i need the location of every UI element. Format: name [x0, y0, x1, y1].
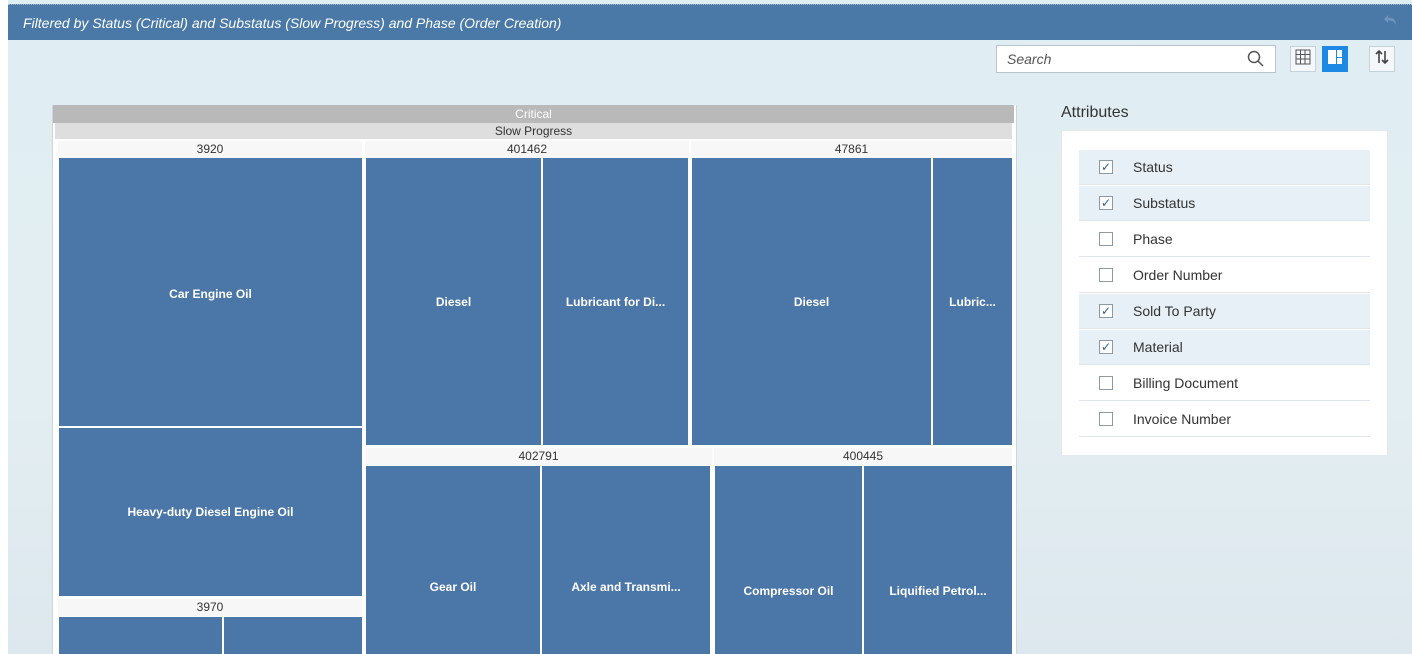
attribute-item-billing-document[interactable]: Billing Document — [1079, 366, 1370, 401]
attribute-label: Order Number — [1133, 267, 1223, 283]
sort-button[interactable] — [1369, 46, 1395, 72]
left-edge — [0, 0, 8, 654]
search-box[interactable] — [996, 45, 1276, 73]
treemap-cell[interactable]: Gear Oil — [366, 466, 540, 654]
attribute-label: Billing Document — [1133, 375, 1239, 391]
checkbox[interactable]: ✓ — [1099, 160, 1113, 174]
treemap-cell[interactable]: Diesel — [692, 158, 931, 445]
attribute-item-substatus[interactable]: ✓ Substatus — [1079, 186, 1370, 221]
treemap-chart: Critical Slow Progress 3920 Car Engine O… — [52, 105, 1017, 654]
attribute-label: Status — [1133, 159, 1173, 175]
checkbox[interactable]: ✓ — [1099, 304, 1113, 318]
treemap-group-header[interactable]: 401462 — [365, 141, 689, 158]
undo-icon[interactable] — [1382, 5, 1398, 41]
treemap-status-header[interactable]: Critical — [53, 105, 1014, 123]
attribute-label: Invoice Number — [1133, 411, 1232, 427]
treemap-cell[interactable]: Diesel — [366, 158, 541, 445]
search-input[interactable] — [997, 46, 1237, 72]
treemap-view-icon — [1327, 49, 1343, 70]
treemap-cell[interactable]: Compressor Oil — [715, 466, 862, 654]
checkbox[interactable]: ✓ — [1099, 340, 1113, 354]
treemap-cell[interactable] — [59, 617, 222, 654]
treemap-cell[interactable]: Liquified Petrol... — [864, 466, 1012, 654]
treemap-cell[interactable] — [224, 617, 362, 654]
attribute-label: Phase — [1133, 231, 1173, 247]
checkbox[interactable] — [1099, 376, 1113, 390]
search-icon[interactable] — [1247, 50, 1265, 68]
treemap-cell[interactable]: Axle and Transmi... — [542, 466, 710, 654]
treemap-cell[interactable]: Car Engine Oil — [59, 158, 362, 426]
attribute-label: Material — [1133, 339, 1183, 355]
treemap-substatus-header[interactable]: Slow Progress — [55, 123, 1012, 139]
checkbox[interactable] — [1099, 232, 1113, 246]
filter-text: Filtered by Status (Critical) and Substa… — [23, 15, 562, 31]
attribute-item-order-number[interactable]: Order Number — [1079, 258, 1370, 293]
treemap-group-header[interactable]: 3970 — [58, 599, 362, 616]
checkbox[interactable]: ✓ — [1099, 196, 1113, 210]
treemap-group-header[interactable]: 47861 — [691, 141, 1012, 158]
attributes-title: Attributes — [1061, 104, 1129, 121]
treemap-group-header[interactable]: 400445 — [714, 448, 1012, 465]
checkbox[interactable] — [1099, 268, 1113, 282]
treemap-view-button[interactable] — [1322, 46, 1348, 72]
treemap-cell[interactable]: Lubric... — [933, 158, 1012, 445]
attribute-label: Sold To Party — [1133, 303, 1217, 319]
attribute-item-invoice-number[interactable]: Invoice Number — [1079, 402, 1370, 437]
treemap-cell[interactable]: Heavy-duty Diesel Engine Oil — [59, 428, 362, 596]
attribute-item-material[interactable]: ✓ Material — [1079, 330, 1370, 365]
treemap-group-header[interactable]: 3920 — [58, 141, 362, 158]
attribute-item-status[interactable]: ✓ Status — [1079, 150, 1370, 185]
treemap-group-header[interactable]: 402791 — [365, 448, 712, 465]
attribute-item-phase[interactable]: Phase — [1079, 222, 1370, 257]
filter-banner: Filtered by Status (Critical) and Substa… — [8, 4, 1412, 40]
attribute-item-sold-to-party[interactable]: ✓ Sold To Party — [1079, 294, 1370, 329]
table-view-icon — [1295, 49, 1311, 70]
table-view-button[interactable] — [1290, 46, 1316, 72]
checkbox[interactable] — [1099, 412, 1113, 426]
sort-icon — [1374, 49, 1390, 70]
treemap-cell[interactable]: Lubricant for Di... — [543, 158, 688, 445]
attribute-label: Substatus — [1133, 195, 1196, 211]
attributes-panel: ✓ Status ✓ Substatus Phase Order Number … — [1061, 130, 1388, 456]
